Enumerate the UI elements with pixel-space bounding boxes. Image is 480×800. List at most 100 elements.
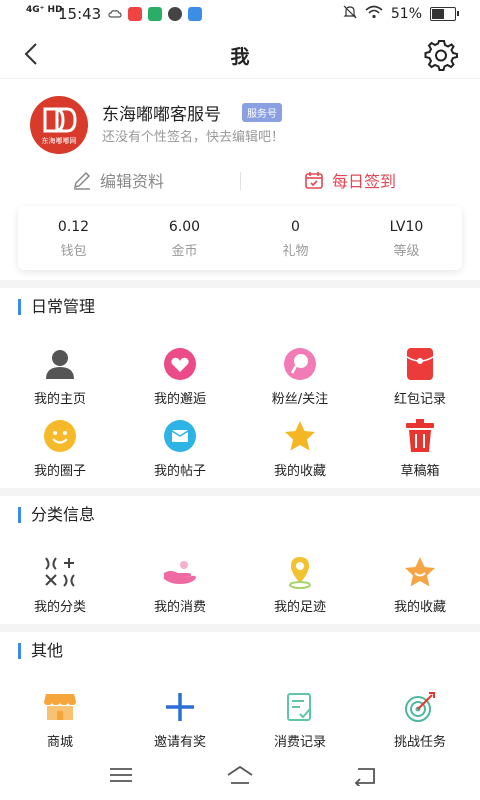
menu-item-my-circle[interactable]: 我的圈子 — [0, 418, 120, 490]
section-title-other: 其他 — [18, 643, 63, 659]
service-badge: 服务号 — [242, 103, 282, 122]
target-icon — [402, 689, 438, 725]
record-icon — [282, 689, 318, 725]
return-icon — [354, 768, 375, 788]
section-title-category: 分类信息 — [18, 507, 95, 523]
daily-checkin-label: 每日签到 — [332, 172, 397, 191]
section-divider — [0, 488, 480, 496]
red-envelope-icon — [402, 346, 438, 382]
status-bar: 4G⁺ HD 15:43 51% — [0, 0, 480, 30]
location-icon — [282, 554, 318, 590]
wifi-icon — [365, 5, 383, 23]
star-smile-icon — [402, 554, 438, 590]
stat-label: 礼物 — [282, 244, 309, 259]
menu-item-red-envelope[interactable]: 红包记录 — [360, 346, 480, 418]
star-icon — [282, 418, 318, 454]
pencil-icon — [73, 171, 91, 190]
menu-item-label: 粉丝/关注 — [271, 392, 329, 407]
user-icon — [42, 346, 78, 382]
top-bar: 我 — [0, 30, 480, 79]
stat-gifts[interactable]: 0 礼物 — [240, 206, 351, 270]
menu-item-label: 我的分类 — [33, 600, 86, 615]
home-icon — [227, 765, 253, 784]
shop-icon — [42, 689, 78, 725]
heart-icon — [162, 346, 198, 382]
menu-item-label: 商城 — [46, 735, 73, 750]
menu-item-label: 红包记录 — [393, 392, 446, 407]
section-divider — [0, 624, 480, 632]
stat-value: 0 — [291, 219, 300, 235]
app-notification-icon-2 — [168, 7, 182, 21]
edit-profile-label: 编辑资料 — [100, 172, 165, 191]
menu-item-label: 我的收藏 — [273, 464, 326, 479]
menu-item-my-footprint[interactable]: 我的足迹 — [240, 554, 360, 626]
stat-label: 等级 — [393, 244, 420, 259]
cloud-icon — [108, 7, 122, 21]
page-title: 我 — [230, 46, 250, 68]
menu-item-my-category[interactable]: 我的分类 — [0, 554, 120, 626]
stat-value: 0.12 — [57, 219, 90, 235]
daily-checkin-button[interactable]: 每日签到 — [304, 168, 396, 192]
post-icon — [162, 418, 198, 454]
menu-item-label: 挑战任务 — [393, 735, 446, 750]
daily-grid: 我的主页 我的邂逅 粉丝/关注 红包记录 我的圈子 我的帖子 我的收藏 草稿箱 — [0, 346, 480, 490]
avatar[interactable]: 东海嘟嘟网 — [30, 96, 88, 154]
home-button[interactable] — [225, 764, 255, 786]
battery-percent: 51% — [390, 6, 422, 22]
menu-button[interactable] — [106, 764, 136, 786]
menu-item-my-encounters[interactable]: 我的邂逅 — [120, 346, 240, 418]
menu-item-label: 我的足迹 — [273, 600, 326, 615]
menu-item-label: 我的主页 — [33, 392, 86, 407]
menu-item-my-collection[interactable]: 我的收藏 — [360, 554, 480, 626]
menu-item-label: 我的邂逅 — [153, 392, 206, 407]
menu-item-label: 邀请有奖 — [153, 735, 206, 750]
gear-icon — [424, 40, 458, 71]
menu-item-label: 我的帖子 — [153, 464, 206, 479]
wechat-icon — [148, 7, 162, 21]
stat-value: LV10 — [389, 219, 424, 235]
settings-button[interactable] — [424, 38, 458, 72]
category-icon — [42, 554, 78, 590]
edit-profile-button[interactable]: 编辑资料 — [72, 168, 164, 192]
mute-icon — [343, 5, 357, 23]
menu-item-label: 我的收藏 — [393, 600, 446, 615]
stat-coins[interactable]: 6.00 金币 — [129, 206, 240, 270]
trash-icon — [402, 418, 438, 454]
stat-label: 钱包 — [60, 244, 87, 259]
menu-item-label: 草稿箱 — [400, 464, 440, 479]
divider — [240, 172, 241, 190]
avatar-caption: 东海嘟嘟网 — [41, 136, 77, 145]
stat-label: 金币 — [171, 244, 198, 259]
battery-icon — [430, 7, 459, 21]
menu-item-drafts[interactable]: 草稿箱 — [360, 418, 480, 490]
menu-item-my-posts[interactable]: 我的帖子 — [120, 418, 240, 490]
profile-signature: 还没有个性签名，快去编辑吧！ — [102, 130, 285, 145]
status-time: 15:43 — [58, 5, 102, 23]
logo-icon — [43, 107, 77, 132]
app-notification-icon-3 — [188, 7, 202, 21]
system-nav-bar — [0, 750, 480, 800]
plus-icon — [162, 689, 198, 725]
stats-card: 0.12 钱包 6.00 金币 0 礼物 LV10 等级 — [18, 206, 462, 270]
profile-card[interactable]: 东海嘟嘟网 东海嘟嘟客服号 服务号 还没有个性签名，快去编辑吧！ — [0, 88, 480, 158]
menu-item-my-homepage[interactable]: 我的主页 — [0, 346, 120, 418]
smile-icon — [42, 418, 78, 454]
menu-item-my-consumption[interactable]: 我的消费 — [120, 554, 240, 626]
menu-item-label: 我的消费 — [153, 600, 206, 615]
stat-value: 6.00 — [168, 219, 201, 235]
category-grid: 我的分类 我的消费 我的足迹 我的收藏 — [0, 554, 480, 626]
notification-icons — [108, 7, 202, 21]
back-nav-button[interactable] — [350, 764, 380, 788]
menu-item-fans-follow[interactable]: 粉丝/关注 — [240, 346, 360, 418]
section-divider — [0, 280, 480, 288]
menu-item-label: 我的圈子 — [33, 464, 86, 479]
menu-icon — [110, 768, 132, 782]
menu-item-label: 消费记录 — [273, 735, 326, 750]
menu-item-my-favorites[interactable]: 我的收藏 — [240, 418, 360, 490]
app-notification-icon — [128, 7, 142, 21]
profile-actions: 编辑资料 每日签到 — [0, 162, 480, 198]
hand-icon — [162, 554, 198, 590]
lollipop-icon — [282, 346, 318, 382]
stat-wallet[interactable]: 0.12 钱包 — [18, 206, 129, 270]
stat-level[interactable]: LV10 等级 — [351, 206, 462, 270]
